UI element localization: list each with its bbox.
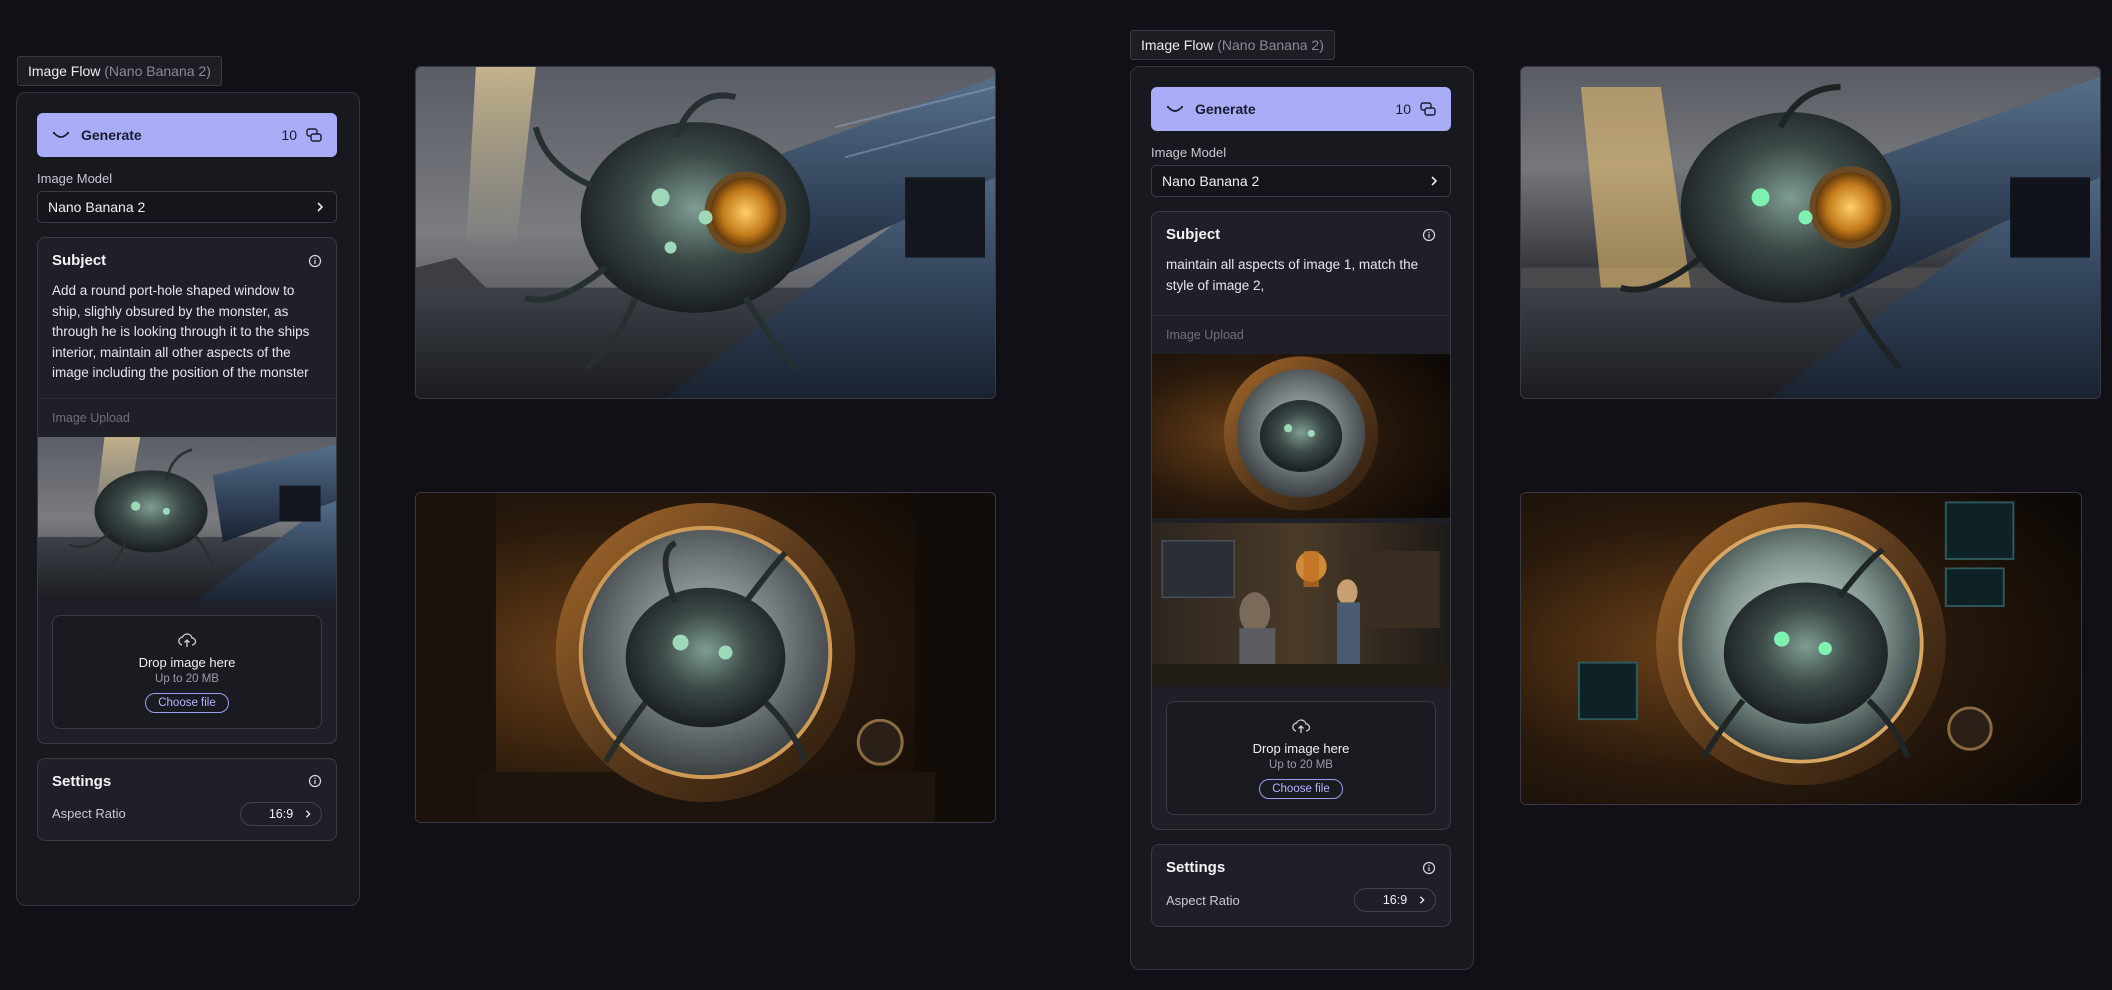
uploaded-image-thumbnail[interactable]	[1152, 523, 1450, 687]
smile-icon	[52, 131, 70, 138]
subject-prompt-input[interactable]: Add a round port-hole shaped window to s…	[38, 269, 336, 398]
info-icon[interactable]	[1422, 861, 1436, 875]
output-image-porthole-interior[interactable]	[415, 492, 996, 823]
generate-button[interactable]: Generate 10	[1151, 87, 1451, 131]
coins-icon	[306, 128, 322, 142]
dropzone-title: Drop image here	[138, 654, 236, 670]
credits-count: 10	[1395, 101, 1411, 117]
image-upload-label: Image Upload	[1152, 315, 1450, 354]
settings-title: Settings	[1166, 859, 1226, 876]
coins-icon	[1420, 102, 1436, 116]
generate-button[interactable]: Generate 10	[37, 113, 337, 157]
image-model-value: Nano Banana 2	[48, 199, 146, 215]
info-icon[interactable]	[1422, 228, 1436, 242]
subject-title: Subject	[52, 252, 107, 269]
aspect-ratio-select[interactable]: 16:9	[1354, 888, 1436, 912]
settings-card: Settings Aspect Ratio 16:9	[37, 757, 337, 841]
image-dropzone[interactable]: Drop image here Up to 20 MB Choose file	[1166, 701, 1436, 815]
dropzone-size-limit: Up to 20 MB	[1269, 759, 1333, 771]
output-image-ship-exterior[interactable]	[415, 66, 996, 399]
subject-card: Subject maintain all aspects of image 1,…	[1151, 211, 1451, 830]
chevron-right-icon	[1431, 176, 1438, 186]
aspect-ratio-value: 16:9	[1382, 893, 1408, 907]
dropzone-size-limit: Up to 20 MB	[155, 672, 219, 685]
cloud-upload-icon	[1292, 719, 1311, 733]
image-dropzone[interactable]: Drop image here Up to 20 MB Choose file	[52, 614, 322, 729]
credits-count: 10	[281, 127, 297, 143]
image-model-select[interactable]: Nano Banana 2	[1151, 165, 1451, 197]
generate-label: Generate	[81, 127, 142, 143]
image-model-value: Nano Banana 2	[1162, 173, 1260, 189]
image-model-select[interactable]: Nano Banana 2	[37, 191, 337, 223]
smile-icon	[1166, 105, 1184, 112]
image-upload-label: Image Upload	[38, 397, 336, 437]
generate-label: Generate	[1195, 101, 1256, 117]
cloud-upload-icon	[178, 632, 197, 647]
chevron-right-icon	[1419, 896, 1425, 904]
uploaded-image-thumbnail[interactable]	[38, 436, 336, 601]
choose-file-button[interactable]: Choose file	[145, 692, 229, 713]
choose-file-button[interactable]: Choose file	[1259, 779, 1343, 799]
node-title: Image Flow	[28, 63, 101, 79]
image-flow-panel: Generate 10 Image Model Nano Banana 2 Su…	[16, 92, 360, 906]
image-flow-panel: Generate 10 Image Model Nano Banana 2 Su…	[1130, 66, 1474, 970]
output-image-stylized-exterior[interactable]	[1520, 66, 2101, 399]
node-model-label: (Nano Banana 2)	[1217, 37, 1324, 53]
chevron-right-icon	[305, 809, 311, 818]
aspect-ratio-label: Aspect Ratio	[1166, 892, 1240, 908]
aspect-ratio-value: 16:9	[268, 806, 294, 821]
image-model-label: Image Model	[37, 171, 113, 186]
image-model-label: Image Model	[1151, 145, 1227, 160]
settings-title: Settings	[52, 772, 112, 790]
aspect-ratio-select[interactable]: 16:9	[240, 801, 322, 826]
info-icon[interactable]	[308, 774, 322, 788]
settings-card: Settings Aspect Ratio 16:9	[1151, 844, 1451, 927]
subject-card: Subject Add a round port-hole shaped win…	[37, 237, 337, 744]
dropzone-title: Drop image here	[1252, 741, 1350, 756]
node-title: Image Flow	[1141, 37, 1214, 53]
chevron-right-icon	[317, 202, 324, 212]
uploaded-image-thumbnail[interactable]	[1152, 354, 1450, 518]
aspect-ratio-label: Aspect Ratio	[52, 806, 126, 821]
node-model-label: (Nano Banana 2)	[104, 63, 211, 79]
subject-prompt-input[interactable]: maintain all aspects of image 1, match t…	[1152, 243, 1450, 315]
node-tag[interactable]: Image Flow (Nano Banana 2)	[17, 56, 222, 86]
node-tag[interactable]: Image Flow (Nano Banana 2)	[1130, 30, 1335, 60]
output-image-stylized-interior[interactable]	[1520, 492, 2082, 805]
info-icon[interactable]	[308, 254, 322, 268]
subject-title: Subject	[1166, 226, 1221, 243]
